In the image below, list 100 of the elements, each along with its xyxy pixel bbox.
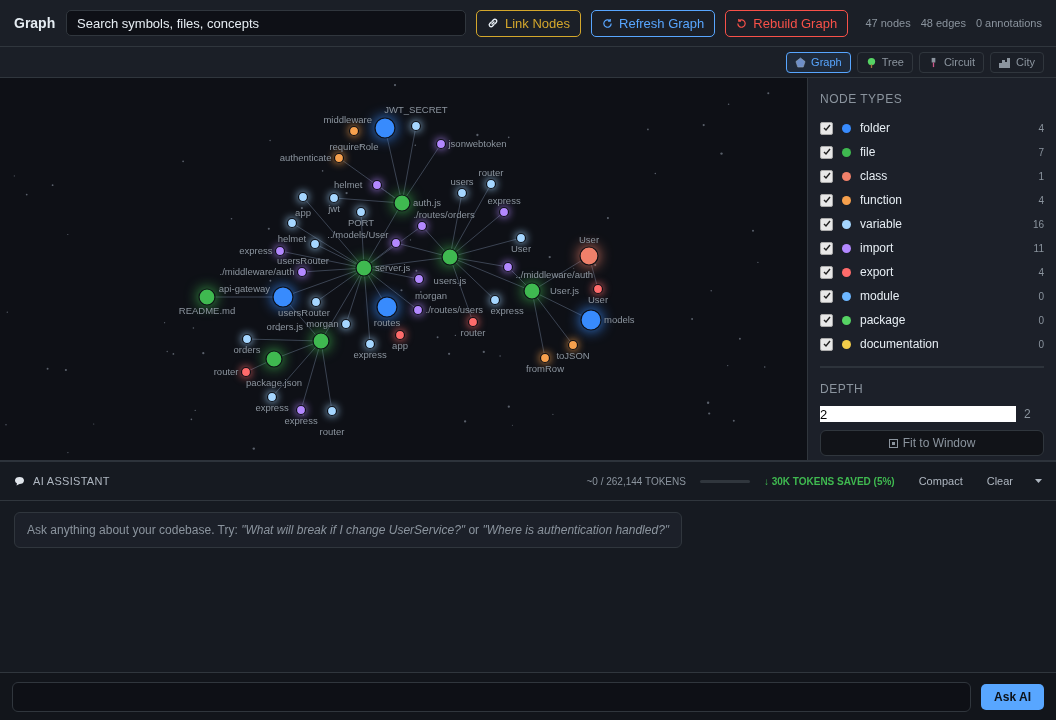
graph-node[interactable] bbox=[567, 339, 579, 351]
node-label: router bbox=[460, 326, 486, 338]
node-label: ./middleware/auth bbox=[219, 266, 295, 277]
graph-node[interactable] bbox=[489, 294, 501, 306]
graph-node[interactable] bbox=[265, 350, 283, 368]
graph-node[interactable] bbox=[309, 238, 321, 250]
graph-node[interactable] bbox=[312, 332, 330, 350]
graph-node[interactable] bbox=[240, 366, 252, 378]
graph-node[interactable] bbox=[371, 179, 383, 191]
graph-node[interactable] bbox=[198, 288, 216, 306]
graph-node[interactable] bbox=[485, 178, 497, 190]
graph-node[interactable] bbox=[416, 220, 428, 232]
graph-node[interactable] bbox=[376, 296, 398, 318]
node-label: router bbox=[478, 166, 504, 178]
graph-node[interactable] bbox=[266, 391, 278, 403]
graph-node[interactable] bbox=[498, 206, 510, 218]
graph-node[interactable] bbox=[355, 206, 367, 218]
graph-node[interactable] bbox=[393, 194, 411, 212]
graph-node[interactable] bbox=[410, 120, 422, 132]
view-tab[interactable]: Graph bbox=[786, 51, 851, 73]
node-label: toJSON bbox=[556, 349, 590, 361]
graph-node[interactable] bbox=[295, 404, 307, 416]
node-label: app bbox=[392, 339, 408, 351]
view-tab[interactable]: Circuit bbox=[918, 51, 985, 73]
node-label: router bbox=[319, 425, 345, 437]
node-label: fromRow bbox=[526, 362, 564, 374]
graph-node[interactable] bbox=[328, 192, 340, 204]
type-label: folder bbox=[860, 121, 891, 135]
chat-input[interactable] bbox=[12, 681, 972, 712]
graph-node[interactable] bbox=[412, 304, 424, 316]
graph-node[interactable] bbox=[286, 217, 298, 229]
type-label: variable bbox=[860, 217, 903, 231]
type-label: package bbox=[860, 313, 906, 327]
node-label: PORT bbox=[347, 216, 375, 228]
section-heading: NODE TYPES bbox=[820, 92, 904, 106]
graph-node[interactable] bbox=[390, 237, 402, 249]
refresh-button[interactable]: Refresh Graph bbox=[591, 9, 716, 37]
rebuild-button[interactable]: Rebuild Graph bbox=[725, 9, 849, 37]
type-count: 0 bbox=[1038, 338, 1044, 350]
graph-node[interactable] bbox=[326, 405, 338, 417]
graph-node[interactable] bbox=[274, 245, 286, 257]
graph-node[interactable] bbox=[272, 286, 294, 308]
checkbox[interactable] bbox=[820, 289, 833, 303]
checkbox[interactable] bbox=[820, 337, 833, 351]
graph-node[interactable] bbox=[441, 248, 459, 266]
search-field[interactable]: Search symbols, files, concepts bbox=[66, 10, 466, 36]
graph-node[interactable] bbox=[333, 152, 345, 164]
link-button[interactable]: Link Nodes bbox=[476, 9, 582, 37]
graph-node[interactable] bbox=[539, 352, 551, 364]
checkbox[interactable] bbox=[820, 217, 833, 231]
type-count: 1 bbox=[1038, 170, 1044, 182]
node-label: User bbox=[588, 293, 609, 305]
checkbox[interactable] bbox=[820, 313, 833, 327]
graph-node[interactable] bbox=[467, 316, 479, 328]
type-count: 4 bbox=[1038, 194, 1044, 206]
fit-to-window-button[interactable]: Fit to Window bbox=[820, 430, 1044, 456]
view-tab[interactable]: Tree bbox=[856, 51, 913, 73]
graph-node[interactable] bbox=[348, 125, 360, 137]
graph-node[interactable] bbox=[502, 261, 514, 273]
graph-node[interactable] bbox=[580, 309, 602, 331]
graph-node[interactable] bbox=[435, 138, 447, 150]
graph-node[interactable] bbox=[374, 117, 396, 139]
graph-node[interactable] bbox=[515, 232, 527, 244]
checkbox[interactable] bbox=[820, 265, 833, 279]
depth-input[interactable]: 2 bbox=[820, 406, 1016, 422]
type-count: 0 bbox=[1038, 314, 1044, 326]
graph-node[interactable] bbox=[394, 329, 406, 341]
graph-node[interactable] bbox=[241, 333, 253, 345]
node-label: ../models/User bbox=[327, 229, 389, 240]
checkbox[interactable] bbox=[820, 193, 833, 207]
node-label: router bbox=[213, 366, 239, 377]
node-label: jwt bbox=[328, 202, 340, 214]
graph-node[interactable] bbox=[592, 283, 604, 295]
graph-node[interactable] bbox=[355, 259, 373, 277]
checkbox[interactable] bbox=[820, 145, 833, 159]
caret-icon[interactable] bbox=[1035, 479, 1042, 483]
node-label: api-gateway bbox=[218, 283, 271, 294]
action-button[interactable]: Clear bbox=[978, 475, 1021, 487]
checkbox[interactable] bbox=[820, 121, 833, 135]
node-label: requireRole bbox=[329, 140, 379, 152]
graph-node[interactable] bbox=[364, 338, 376, 350]
action-button[interactable]: Compact bbox=[910, 475, 971, 487]
node-label: express bbox=[487, 194, 521, 206]
graph-node[interactable] bbox=[523, 282, 541, 300]
checkbox[interactable] bbox=[820, 169, 833, 183]
node-label: package.json bbox=[246, 377, 302, 388]
node-label: User.js bbox=[550, 285, 580, 296]
suggestion-text: Ask anything about your codebase. Try: "What will break if I change UserService?" or "Where is authentication handled?" bbox=[14, 512, 683, 548]
graph-node[interactable] bbox=[579, 246, 599, 266]
ask-ai-button[interactable]: Ask AI bbox=[981, 683, 1044, 710]
panel-title: AI ASSISTANT bbox=[33, 475, 110, 487]
graph-node[interactable] bbox=[297, 191, 309, 203]
checkbox[interactable] bbox=[820, 241, 833, 255]
graph-node[interactable] bbox=[296, 266, 308, 278]
graph-node[interactable] bbox=[413, 273, 425, 285]
graph-node[interactable] bbox=[310, 296, 322, 308]
graph-node[interactable] bbox=[456, 187, 468, 199]
page-title: Graph bbox=[14, 15, 56, 31]
view-tab[interactable]: City bbox=[990, 51, 1044, 73]
graph-node[interactable] bbox=[340, 318, 352, 330]
